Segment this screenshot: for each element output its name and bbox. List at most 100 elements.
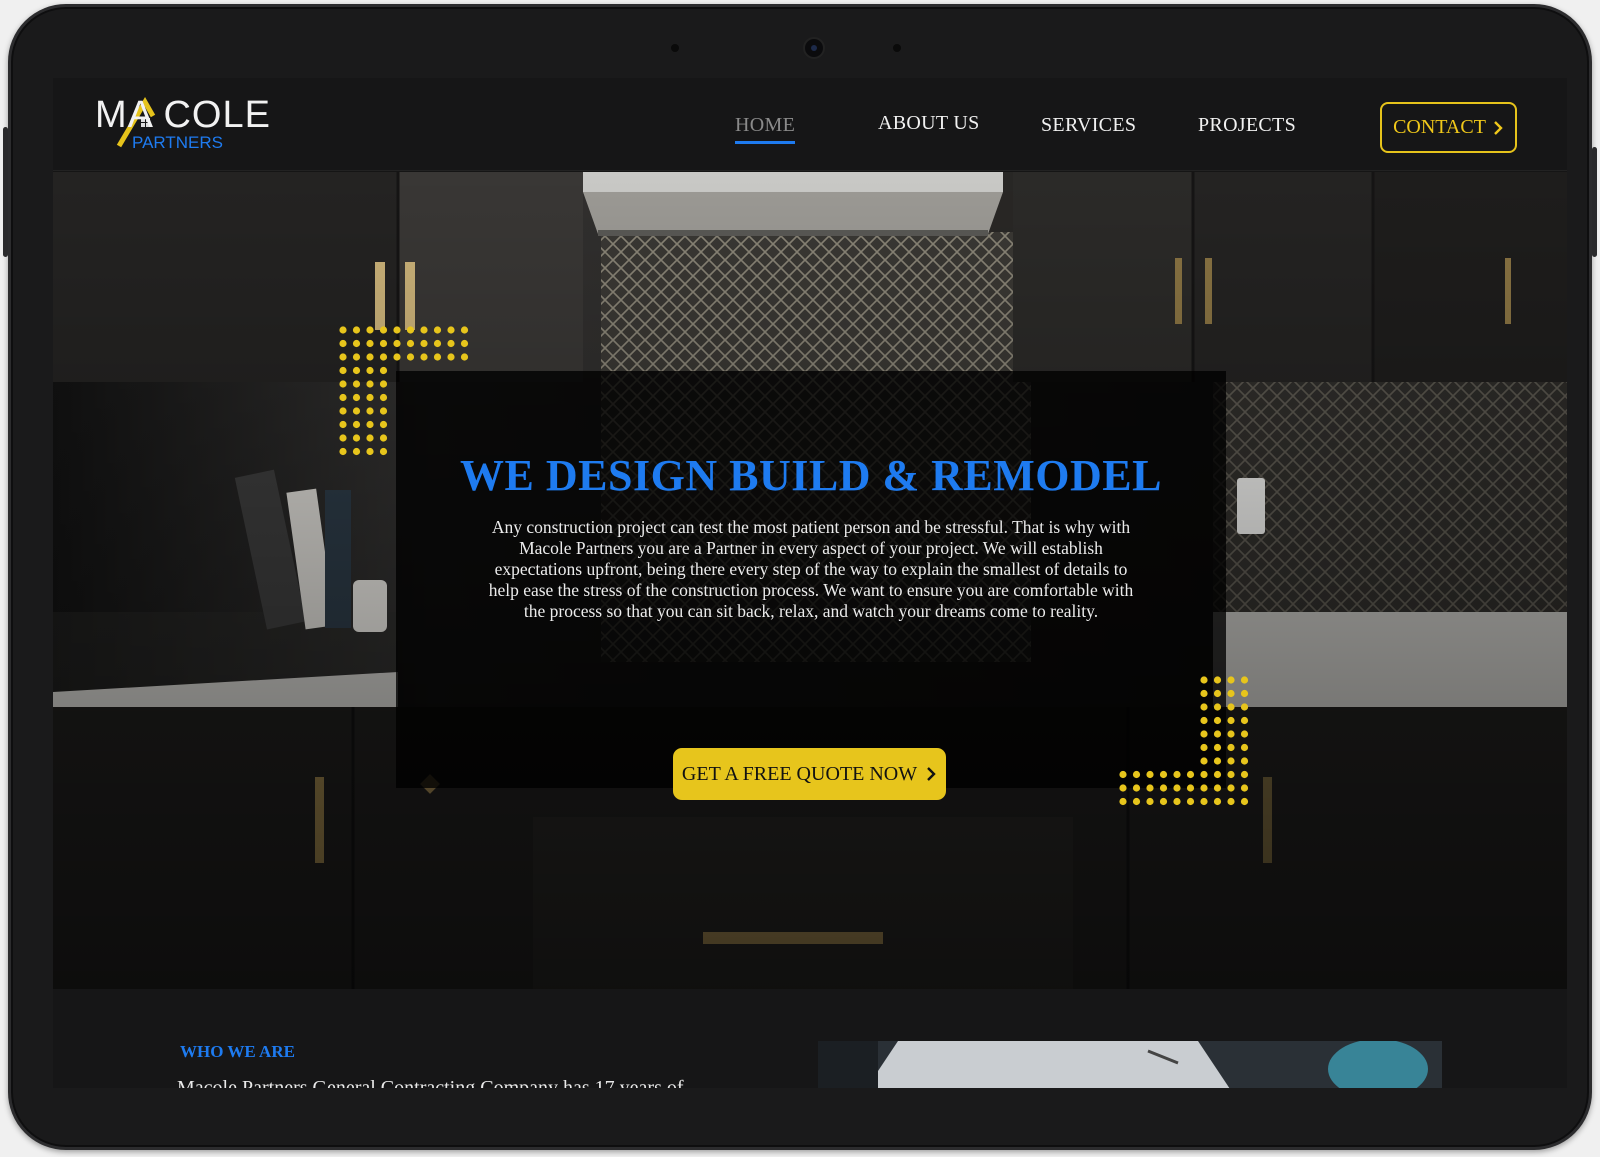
decorative-dot — [1200, 770, 1208, 779]
decorative-dot — [1227, 770, 1235, 779]
decorative-dot — [352, 380, 361, 388]
decorative-dot — [1119, 797, 1127, 806]
decorative-dot — [1173, 784, 1181, 792]
nav-home[interactable]: HOME — [735, 114, 796, 144]
side-button-right — [1592, 147, 1597, 257]
decorative-dot — [1213, 770, 1222, 779]
about-intro-text: Macole Partners General Contracting Comp… — [177, 1077, 684, 1088]
decorative-dot — [366, 326, 374, 334]
contact-button[interactable]: CONTACT — [1380, 102, 1517, 153]
decorative-dot — [460, 326, 469, 334]
decorative-dot — [379, 326, 388, 334]
decorative-dot — [1240, 703, 1249, 711]
decorative-dot — [1213, 730, 1222, 738]
decorative-dot — [1240, 757, 1249, 765]
decorative-dot — [1132, 797, 1141, 806]
section-eyebrow: WHO WE ARE — [180, 1042, 295, 1061]
decorative-dot — [1213, 797, 1222, 806]
decorative-dot — [393, 339, 401, 348]
hero-description: Any construction project can test the mo… — [488, 517, 1134, 621]
get-quote-button-label: GET A FREE QUOTE NOW — [681, 762, 918, 785]
decorative-dot — [1119, 770, 1127, 779]
decorative-dot — [366, 353, 374, 361]
decorative-dot — [1240, 730, 1249, 738]
decorative-dot — [1240, 676, 1249, 684]
site-logo[interactable]: MA COLE PARTNERS — [95, 94, 275, 156]
nav-services[interactable]: SERVICES — [1041, 114, 1136, 137]
decorative-dot — [1240, 797, 1249, 806]
sensor-left — [671, 44, 679, 52]
decorative-dot — [393, 353, 401, 361]
decorative-dot — [1159, 770, 1168, 779]
decorative-dot — [420, 339, 428, 348]
decorative-dot — [1132, 770, 1141, 779]
decorative-dot — [1200, 689, 1208, 698]
decorative-dot — [339, 393, 347, 402]
decorative-dot — [1227, 716, 1235, 725]
logo-wordmark: MA COLE — [95, 94, 271, 136]
decorative-dot — [352, 407, 361, 415]
get-quote-button[interactable]: GET A FREE QUOTE NOW — [673, 748, 946, 800]
decorative-dot — [1227, 784, 1235, 792]
worker-photo — [818, 1041, 1442, 1088]
decorative-dot — [1213, 689, 1222, 698]
decorative-dot — [379, 353, 388, 361]
decorative-dot — [352, 447, 361, 456]
decorative-dot — [460, 353, 469, 361]
decorative-dot — [420, 353, 428, 361]
decorative-dot — [352, 326, 361, 334]
decorative-dot — [1186, 784, 1195, 792]
sensor-right — [893, 44, 901, 52]
decorative-dot — [339, 353, 347, 361]
decorative-dots-bottom-right — [1119, 676, 1249, 806]
decorative-dot — [1200, 676, 1208, 684]
decorative-dot — [1159, 797, 1168, 806]
decorative-dot — [1213, 743, 1222, 752]
front-camera — [803, 37, 825, 59]
site-header: MA COLE PARTNERS HOME ABOUT US SERVICES … — [53, 78, 1567, 171]
decorative-dot — [1200, 784, 1208, 792]
decorative-dot — [1240, 784, 1249, 792]
decorative-dot — [1213, 676, 1222, 684]
decorative-dot — [352, 353, 361, 361]
decorative-dot — [393, 326, 401, 334]
decorative-dot — [1132, 784, 1141, 792]
decorative-dot — [1227, 757, 1235, 765]
who-we-are-section: WHO WE ARE Macole Partners General Contr… — [53, 989, 1567, 1088]
decorative-dot — [1200, 716, 1208, 725]
decorative-dot — [433, 353, 442, 361]
nav-projects[interactable]: PROJECTS — [1198, 114, 1296, 137]
decorative-dot — [379, 393, 388, 402]
decorative-dot — [1240, 770, 1249, 779]
decorative-dot — [1213, 784, 1222, 792]
hero-section: WE DESIGN BUILD & REMODEL Any constructi… — [53, 172, 1567, 989]
contact-button-label: CONTACT — [1393, 116, 1486, 138]
decorative-dot — [339, 326, 347, 334]
decorative-dot — [379, 380, 388, 388]
decorative-dot — [1200, 703, 1208, 711]
nav-about-us[interactable]: ABOUT US — [878, 112, 980, 135]
decorative-dot — [447, 353, 455, 361]
decorative-dot — [339, 434, 347, 442]
tablet-device-frame: MA COLE PARTNERS HOME ABOUT US SERVICES … — [3, 4, 1597, 1150]
decorative-dot — [1227, 689, 1235, 698]
decorative-dot — [339, 366, 347, 375]
decorative-dot — [379, 366, 388, 375]
decorative-dot — [366, 407, 374, 415]
decorative-dot — [460, 339, 469, 348]
decorative-dot — [339, 420, 347, 429]
decorative-dot — [1200, 797, 1208, 806]
hero-title: WE DESIGN BUILD & REMODEL — [460, 451, 1162, 500]
side-button-left — [3, 127, 8, 257]
decorative-dot — [433, 339, 442, 348]
decorative-dot — [379, 420, 388, 429]
decorative-dot — [352, 339, 361, 348]
decorative-dot — [433, 326, 442, 334]
decorative-dot — [339, 380, 347, 388]
decorative-dot — [352, 420, 361, 429]
decorative-dot — [1173, 770, 1181, 779]
decorative-dot — [366, 339, 374, 348]
decorative-dot — [447, 339, 455, 348]
decorative-dot — [406, 326, 415, 334]
decorative-dot — [379, 339, 388, 348]
